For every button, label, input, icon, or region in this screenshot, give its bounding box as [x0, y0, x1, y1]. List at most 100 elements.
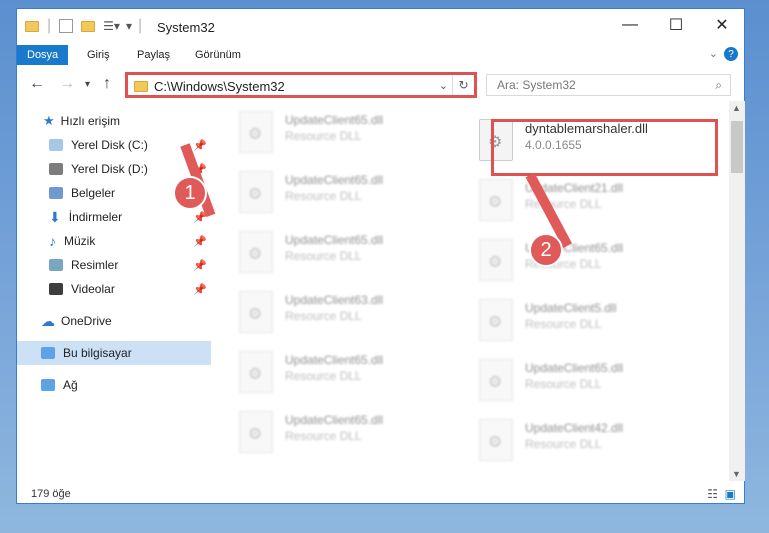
- file-type: Resource DLL: [525, 437, 602, 451]
- videos-icon: [49, 283, 63, 295]
- customize-toolbar-icon[interactable]: ▾: [126, 19, 132, 33]
- list-item[interactable]: UpdateClient65.dll Resource DLL: [239, 351, 467, 409]
- list-item[interactable]: UpdateClient63.dll Resource DLL: [239, 291, 467, 349]
- folder-icon: [134, 81, 148, 92]
- new-folder-icon[interactable]: [81, 20, 96, 32]
- folder-icon: [25, 20, 39, 32]
- sidebar-item-this-pc[interactable]: Bu bilgisayar: [17, 341, 211, 365]
- tab-paylas[interactable]: Paylaş: [129, 45, 178, 65]
- status-bar: 179 öğe ☷ ▣: [17, 483, 744, 505]
- list-item[interactable]: UpdateClient5.dll Resource DLL: [479, 299, 707, 357]
- address-row: ← → ▾ ↑ C:\Windows\System32 ⌄ ↻ Ara: Sys…: [17, 65, 744, 101]
- file-type: Resource DLL: [285, 309, 362, 323]
- sidebar-item-pictures[interactable]: Resimler 📌: [17, 253, 211, 277]
- ribbon-expand-icon[interactable]: ⌄: [709, 47, 718, 60]
- forward-button[interactable]: →: [59, 75, 75, 93]
- address-dropdown-icon[interactable]: ⌄: [439, 79, 448, 92]
- music-icon: ♪: [49, 233, 56, 249]
- dll-file-icon: [479, 239, 513, 281]
- file-type: Resource DLL: [285, 249, 362, 263]
- search-input[interactable]: Ara: System32 ⌕: [486, 74, 731, 96]
- download-icon: ⬇: [49, 208, 61, 225]
- search-placeholder: Ara: System32: [497, 78, 576, 92]
- list-item[interactable]: UpdateClient65.dll Resource DLL: [479, 359, 707, 417]
- window-title: System32: [157, 20, 215, 35]
- scroll-down-icon[interactable]: ▼: [732, 469, 741, 479]
- tab-dosya[interactable]: Dosya: [17, 45, 69, 65]
- details-view-icon[interactable]: ☷: [707, 487, 718, 501]
- list-item[interactable]: UpdateClient65.dll Resource DLL: [239, 171, 467, 229]
- pin-icon: 📌: [193, 259, 207, 272]
- dll-file-icon: [239, 351, 273, 393]
- cloud-icon: ☁: [41, 312, 55, 329]
- file-name: UpdateClient65.dll: [285, 353, 384, 367]
- up-button[interactable]: ↑: [103, 75, 111, 93]
- tab-gorunum[interactable]: Görünüm: [187, 45, 249, 65]
- sidebar-item-videos[interactable]: Videolar 📌: [17, 277, 211, 301]
- sidebar-item-network[interactable]: Ağ: [17, 373, 211, 397]
- sidebar-item-onedrive[interactable]: ☁ OneDrive: [17, 309, 211, 333]
- star-icon: ★: [43, 113, 55, 128]
- maximize-button[interactable]: ☐: [653, 9, 699, 41]
- sidebar-item-label: İndirmeler: [68, 210, 123, 224]
- annotation-marker-1: 1: [173, 176, 207, 210]
- file-name: UpdateClient65.dll: [285, 413, 384, 427]
- list-item[interactable]: UpdateClient65.dll Resource DLL: [239, 411, 467, 469]
- sidebar-item-label: Videolar: [71, 282, 115, 296]
- refresh-icon[interactable]: ↻: [452, 75, 474, 95]
- file-name: UpdateClient5.dll: [525, 301, 617, 315]
- network-icon: [41, 379, 55, 391]
- sidebar-item-label: Hızlı erişim: [60, 114, 120, 128]
- file-name: UpdateClient63.dll: [285, 293, 384, 307]
- sidebar-item-downloads[interactable]: ⬇ İndirmeler 📌: [17, 205, 211, 229]
- file-type: Resource DLL: [285, 369, 362, 383]
- dll-file-icon: [239, 231, 273, 273]
- view-menu-icon[interactable]: ☰▾: [103, 19, 120, 33]
- selected-file-highlight: [491, 119, 718, 176]
- search-icon[interactable]: ⌕: [715, 78, 722, 93]
- file-name: UpdateClient65.dll: [285, 113, 384, 127]
- file-type: Resource DLL: [525, 377, 602, 391]
- file-name: UpdateClient65.dll: [285, 173, 384, 187]
- list-item[interactable]: UpdateClient21.dll Resource DLL: [479, 179, 707, 237]
- recent-locations-icon[interactable]: ▾: [85, 79, 90, 90]
- minimize-button[interactable]: —: [607, 9, 653, 41]
- address-bar[interactable]: C:\Windows\System32 ⌄ ↻: [125, 72, 477, 98]
- title-bar: | ☰▾ ▾ | System32 — ☐ ✕: [17, 9, 744, 41]
- large-icons-view-icon[interactable]: ▣: [725, 487, 736, 501]
- pin-icon: 📌: [193, 283, 207, 296]
- tab-giris[interactable]: Giriş: [79, 45, 118, 65]
- list-item[interactable]: UpdateClient65.dll Resource DLL: [479, 239, 707, 297]
- pin-icon: 📌: [193, 139, 207, 152]
- ribbon: Dosya Giriş Paylaş Görünüm ⌄ ?: [17, 41, 744, 65]
- sidebar-item-quick-access[interactable]: ★ Hızlı erişim: [17, 109, 211, 133]
- file-type: Resource DLL: [525, 317, 602, 331]
- help-icon[interactable]: ?: [724, 47, 738, 61]
- vertical-scrollbar[interactable]: ▲ ▼: [729, 101, 745, 481]
- dll-file-icon: [239, 171, 273, 213]
- properties-icon[interactable]: [59, 19, 74, 33]
- scrollbar-thumb[interactable]: [731, 121, 743, 173]
- dll-file-icon: [479, 359, 513, 401]
- sidebar-item-label: Belgeler: [71, 186, 116, 200]
- file-name: UpdateClient65.dll: [525, 361, 624, 375]
- sidebar-item-label: Yerel Disk (D:): [71, 162, 148, 176]
- sidebar-item-label: Müzik: [64, 234, 96, 248]
- sidebar-item-label: Ağ: [63, 378, 78, 392]
- quick-access-toolbar: | ☰▾ ▾ |: [25, 17, 142, 35]
- close-button[interactable]: ✕: [699, 9, 745, 41]
- sidebar-item-music[interactable]: ♪ Müzik 📌: [17, 229, 211, 253]
- list-item[interactable]: UpdateClient42.dll Resource DLL: [479, 419, 707, 477]
- dll-file-icon: [479, 179, 513, 221]
- list-item[interactable]: UpdateClient65.dll Resource DLL: [239, 231, 467, 289]
- dll-file-icon: [239, 111, 273, 153]
- pin-icon: 📌: [193, 235, 207, 248]
- scroll-up-icon[interactable]: ▲: [732, 103, 741, 113]
- back-button[interactable]: ←: [29, 75, 45, 93]
- dll-file-icon: [239, 291, 273, 333]
- file-type: Resource DLL: [285, 429, 362, 443]
- list-item[interactable]: UpdateClient65.dll Resource DLL: [239, 111, 467, 169]
- annotation-marker-2: 2: [529, 233, 563, 267]
- dll-file-icon: [479, 419, 513, 461]
- pictures-icon: [49, 259, 63, 271]
